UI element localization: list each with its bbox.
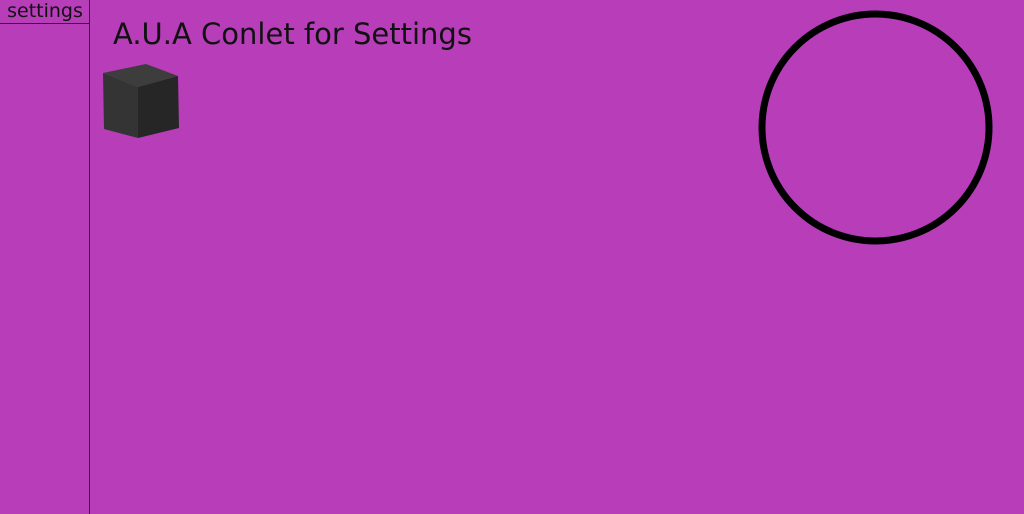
- sidebar-item-label: settings: [7, 0, 83, 22]
- page-title: A.U.A Conlet for Settings: [113, 17, 472, 51]
- app-window: settings A.U.A Conlet for Settings: [0, 0, 1024, 514]
- cube-icon: [103, 64, 179, 138]
- sidebar-item-settings[interactable]: settings: [0, 0, 90, 24]
- sidebar: settings: [0, 0, 90, 514]
- circle-shape: [758, 10, 993, 245]
